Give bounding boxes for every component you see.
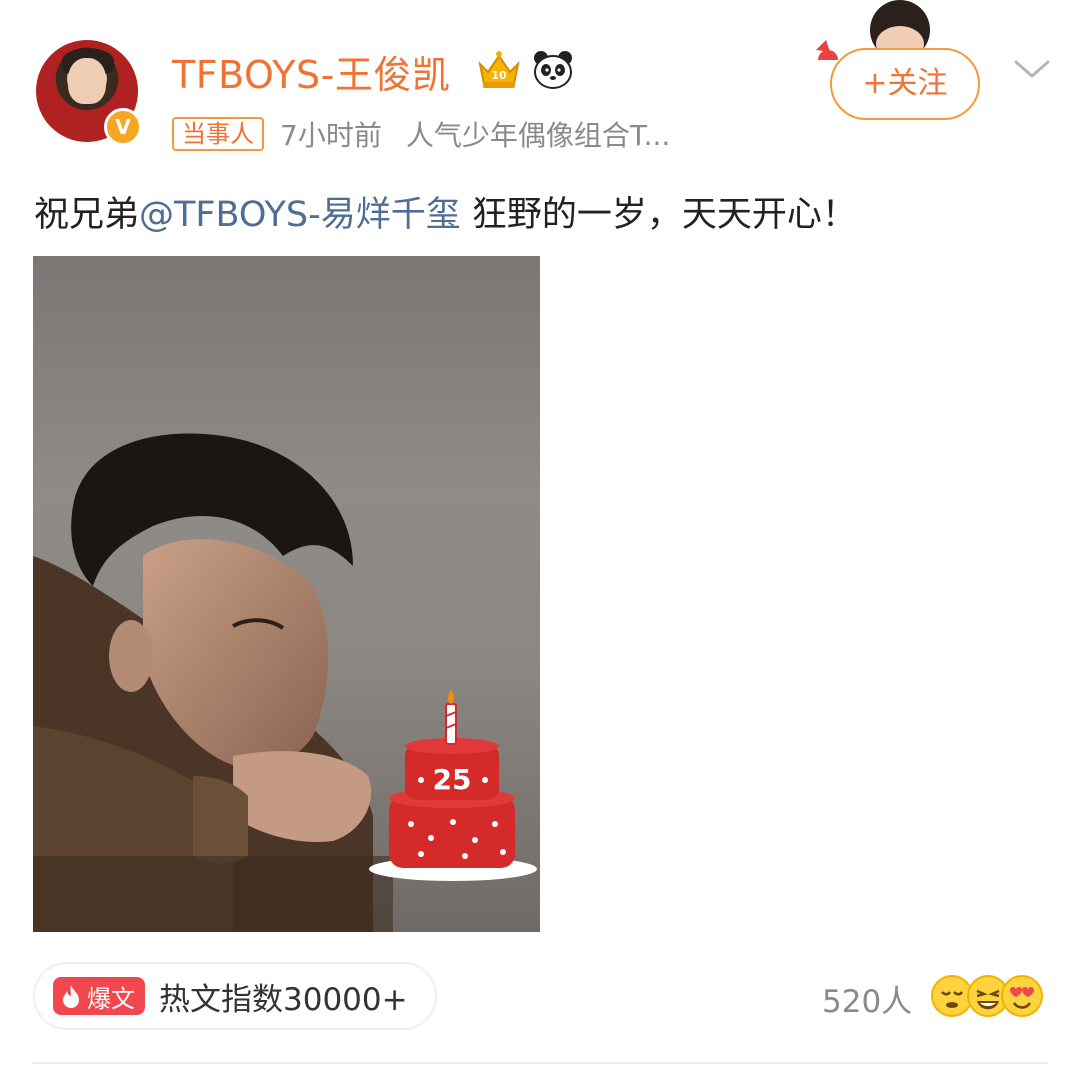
post-meta: 当事人 7小时前 人气少年偶像组合T... bbox=[172, 114, 670, 154]
status-badge: 当事人 bbox=[172, 117, 264, 151]
post-text: 祝兄弟@TFBOYS-易烊千玺 狂野的一岁，天天开心！ bbox=[34, 186, 857, 237]
user-description: 人气少年偶像组合T... bbox=[405, 119, 671, 152]
divider bbox=[33, 1062, 1047, 1064]
svg-text:10: 10 bbox=[491, 69, 507, 82]
username[interactable]: TFBOYS-王俊凯 bbox=[172, 44, 450, 99]
hot-index-pill[interactable]: 爆文 热文指数30000+ bbox=[33, 962, 437, 1030]
post-image[interactable]: 25 bbox=[33, 256, 540, 932]
follow-button[interactable]: +关注 bbox=[830, 48, 980, 120]
cake-number: 25 bbox=[433, 763, 472, 796]
likes-count[interactable]: 520人 bbox=[822, 976, 912, 1021]
post-text-suffix: 狂野的一岁，天天开心！ bbox=[460, 195, 857, 235]
hot-badge-label: 爆文 bbox=[87, 984, 135, 1013]
verified-badge-icon: V bbox=[104, 108, 142, 146]
heart-eyes-emoji-icon bbox=[1001, 975, 1043, 1017]
crown-icon: 10 bbox=[478, 51, 520, 88]
panda-icon bbox=[534, 51, 572, 89]
post-text-prefix: 祝兄弟 bbox=[34, 195, 140, 235]
mention-link[interactable]: @TFBOYS-易烊千玺 bbox=[139, 195, 461, 235]
hot-badge: 爆文 bbox=[53, 977, 145, 1015]
portrait-illustration: 25 bbox=[33, 433, 537, 932]
hot-index-text: 热文指数30000+ bbox=[159, 981, 408, 1018]
post-time: 7小时前 bbox=[280, 119, 382, 152]
post-header: V TFBOYS-王俊凯 10 当事人 7小时前 人气少年偶像组合T... +关… bbox=[0, 0, 1080, 160]
chevron-down-icon[interactable] bbox=[1012, 54, 1052, 84]
fire-icon bbox=[63, 985, 79, 1008]
